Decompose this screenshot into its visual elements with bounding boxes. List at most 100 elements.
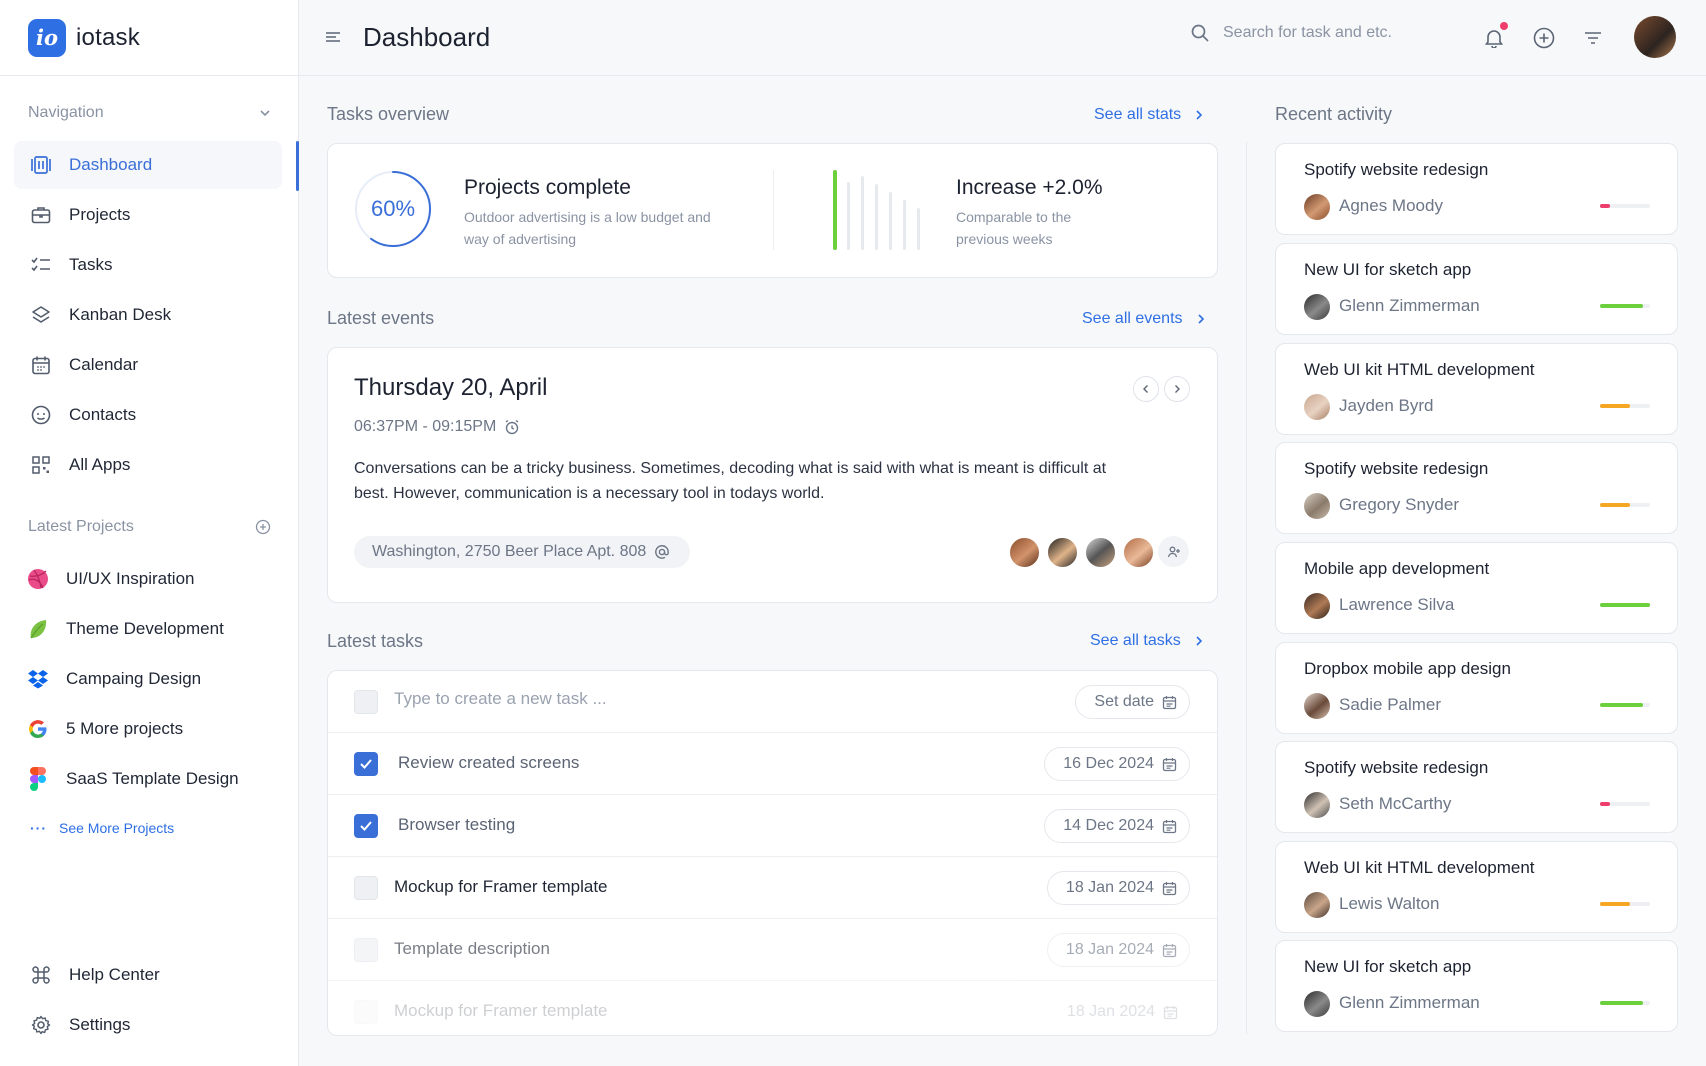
check-icon bbox=[360, 759, 372, 769]
task-date-button[interactable]: 14 Dec 2024 bbox=[1044, 809, 1190, 843]
sidebar-item-label: Calendar bbox=[69, 355, 138, 374]
project-item-theme[interactable]: Theme Development bbox=[26, 609, 224, 649]
see-all-events-link[interactable]: See all events bbox=[1082, 310, 1205, 328]
activity-card[interactable]: Web UI kit HTML development Jayden Byrd bbox=[1275, 343, 1678, 435]
set-date-button[interactable]: Set date bbox=[1075, 685, 1190, 719]
date-label: 14 Dec 2024 bbox=[1063, 817, 1154, 834]
event-location[interactable]: Washington, 2750 Beer Place Apt. 808 bbox=[354, 536, 691, 568]
overview-card: 60% Projects complete Outdoor advertisin… bbox=[327, 143, 1218, 278]
sidebar-item-tasks[interactable]: Tasks bbox=[14, 241, 282, 289]
apps-grid-icon bbox=[30, 454, 52, 476]
task-row: Mockup for Framer template 18 Jan 2024 bbox=[328, 981, 1217, 1035]
activity-card[interactable]: Spotify website redesign Gregory Snyder bbox=[1275, 442, 1678, 534]
event-card: Thursday 20, April 06:37PM - 09:15PM Con… bbox=[327, 347, 1218, 603]
brand-name: iotask bbox=[76, 23, 140, 51]
activity-card[interactable]: Spotify website redesign Agnes Moody bbox=[1275, 143, 1678, 235]
sidebar-item-projects[interactable]: Projects bbox=[14, 191, 282, 239]
activity-progress-fill bbox=[1600, 703, 1643, 707]
leaf-icon bbox=[26, 617, 50, 641]
link-label: See all tasks bbox=[1090, 632, 1181, 649]
project-item-saas[interactable]: SaaS Template Design bbox=[26, 759, 239, 799]
user-avatar[interactable] bbox=[1634, 16, 1676, 58]
avatar bbox=[1304, 991, 1330, 1017]
task-checkbox[interactable] bbox=[354, 752, 378, 776]
calendar-icon bbox=[1162, 819, 1177, 833]
sidebar-item-kanban[interactable]: Kanban Desk bbox=[14, 291, 282, 339]
sidebar-item-settings[interactable]: Settings bbox=[14, 1001, 282, 1049]
task-checkbox[interactable] bbox=[354, 1000, 378, 1024]
chevron-right-icon bbox=[1196, 110, 1203, 120]
activity-progress bbox=[1600, 1001, 1650, 1005]
see-all-stats-link[interactable]: See all stats bbox=[1094, 106, 1203, 124]
notifications-button[interactable] bbox=[1482, 22, 1508, 50]
search-input[interactable] bbox=[1223, 24, 1443, 42]
sidebar-item-label: Kanban Desk bbox=[69, 305, 172, 324]
date-label: 18 Jan 2024 bbox=[1066, 1003, 1155, 1020]
sidebar-item-contacts[interactable]: Contacts bbox=[14, 391, 282, 439]
next-event-button[interactable] bbox=[1164, 376, 1190, 402]
activity-card[interactable]: New UI for sketch app Glenn Zimmerman bbox=[1275, 940, 1678, 1032]
task-date-button[interactable]: 18 Jan 2024 bbox=[1049, 995, 1190, 1029]
attendee-avatar[interactable] bbox=[1008, 536, 1041, 569]
task-label[interactable]: Browser testing bbox=[398, 815, 515, 835]
activity-card[interactable]: Spotify website redesign Seth McCarthy bbox=[1275, 741, 1678, 833]
prev-event-button[interactable] bbox=[1133, 376, 1159, 402]
filter-button[interactable] bbox=[1581, 26, 1605, 50]
attendee-avatar[interactable] bbox=[1046, 536, 1079, 569]
attendee-avatar[interactable] bbox=[1122, 536, 1155, 569]
task-checkbox[interactable] bbox=[354, 814, 378, 838]
task-label[interactable]: Mockup for Framer template bbox=[394, 877, 608, 897]
activity-task-title: Spotify website redesign bbox=[1304, 160, 1489, 179]
attendee-avatar[interactable] bbox=[1084, 536, 1117, 569]
notification-dot bbox=[1500, 22, 1508, 30]
task-checkbox[interactable] bbox=[354, 876, 378, 900]
activity-card[interactable]: Dropbox mobile app design Sadie Palmer bbox=[1275, 642, 1678, 734]
activity-card[interactable]: Web UI kit HTML development Lewis Walton bbox=[1275, 841, 1678, 933]
add-attendee-button[interactable] bbox=[1158, 536, 1189, 567]
task-date-button[interactable]: 18 Jan 2024 bbox=[1046, 871, 1190, 905]
activity-user: Lewis Walton bbox=[1339, 894, 1440, 913]
activity-user: Gregory Snyder bbox=[1339, 495, 1459, 514]
avatar bbox=[1304, 194, 1330, 220]
project-label: Theme Development bbox=[66, 619, 224, 638]
page-title: Dashboard bbox=[363, 22, 491, 52]
task-checkbox[interactable] bbox=[354, 938, 378, 962]
sidebar-item-calendar[interactable]: Calendar bbox=[14, 341, 282, 389]
task-row: Template description 18 Jan 2024 bbox=[328, 919, 1217, 981]
see-all-tasks-link[interactable]: See all tasks bbox=[1090, 632, 1203, 650]
search-bar bbox=[1191, 24, 1443, 42]
sidebar-item-help-center[interactable]: Help Center bbox=[14, 951, 282, 999]
add-button[interactable] bbox=[1532, 26, 1556, 50]
sidebar-item-label: Help Center bbox=[69, 965, 160, 984]
activity-progress-fill bbox=[1600, 802, 1610, 806]
task-label[interactable]: Template description bbox=[394, 939, 550, 959]
sidebar-item-all-apps[interactable]: All Apps bbox=[14, 441, 282, 489]
task-label[interactable]: Review created screens bbox=[398, 753, 579, 773]
add-project-icon[interactable] bbox=[255, 519, 271, 535]
sidebar-item-label: Settings bbox=[69, 1015, 131, 1034]
task-date-button[interactable]: 16 Dec 2024 bbox=[1044, 747, 1190, 781]
activity-card[interactable]: Mobile app development Lawrence Silva bbox=[1275, 542, 1678, 634]
project-item-uiux[interactable]: UI/UX Inspiration bbox=[26, 559, 195, 599]
activity-title: Recent activity bbox=[1275, 104, 1393, 124]
at-sign-icon bbox=[655, 545, 670, 559]
menu-toggle-icon[interactable] bbox=[325, 30, 341, 48]
new-task-checkbox[interactable] bbox=[354, 690, 378, 714]
task-date-button[interactable]: 18 Jan 2024 bbox=[1046, 933, 1190, 967]
sidebar-item-label: Dashboard bbox=[69, 155, 153, 174]
project-item-more[interactable]: 5 More projects bbox=[26, 709, 183, 749]
task-label[interactable]: Mockup for Framer template bbox=[394, 1001, 608, 1021]
brand[interactable]: io iotask bbox=[0, 0, 298, 76]
activity-progress bbox=[1600, 902, 1650, 906]
new-task-input[interactable] bbox=[394, 689, 794, 709]
activity-card[interactable]: New UI for sketch app Glenn Zimmerman bbox=[1275, 243, 1678, 335]
sidebar-item-dashboard[interactable]: Dashboard bbox=[14, 141, 282, 189]
checklist-icon bbox=[30, 254, 52, 276]
project-item-campaign[interactable]: Campaing Design bbox=[26, 659, 201, 699]
nav-heading[interactable]: Navigation bbox=[0, 104, 299, 122]
dashboard-icon bbox=[30, 154, 52, 176]
avatar bbox=[1304, 294, 1330, 320]
avatar bbox=[1304, 892, 1330, 918]
activity-task-title: New UI for sketch app bbox=[1304, 260, 1472, 279]
see-more-projects-link[interactable]: ··· See More Projects bbox=[30, 820, 174, 836]
